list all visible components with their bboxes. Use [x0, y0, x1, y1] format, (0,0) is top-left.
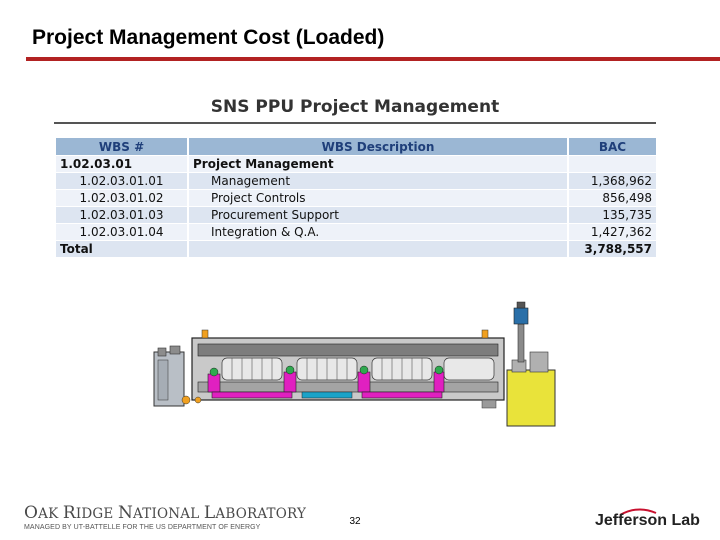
title-rule [26, 57, 720, 61]
description-cell: Management [189, 173, 567, 189]
ornl-subtitle: MANAGED BY UT-BATTELLE FOR THE US DEPART… [24, 524, 261, 531]
wbs-cell: 1.02.03.01.03 [56, 207, 187, 223]
slide-title: Project Management Cost (Loaded) [32, 26, 385, 49]
description-cell: Integration & Q.A. [189, 224, 567, 240]
header-wbs: WBS # [56, 138, 187, 155]
header-description: WBS Description [189, 138, 567, 155]
header-bac: BAC [569, 138, 656, 155]
table-row: 1.02.03.01.03 Procurement Support 135,73… [56, 207, 656, 223]
jefferson-lab-logo: Jefferson Lab [595, 512, 700, 529]
total-description-cell [189, 241, 567, 257]
wbs-cost-table: WBS # WBS Description BAC 1.02.03.01 Pro… [54, 137, 658, 258]
wbs-cell: 1.02.03.01.04 [56, 224, 187, 240]
bac-cell: 856,498 [569, 190, 656, 206]
table-row: 1.02.03.01.02 Project Controls 856,498 [56, 190, 656, 206]
table-total-row: Total 3,788,557 [56, 241, 656, 257]
total-label-cell: Total [56, 241, 187, 257]
table-row: 1.02.03.01.04 Integration & Q.A. 1,427,3… [56, 224, 656, 240]
wbs-cell: 1.02.03.01.01 [56, 173, 187, 189]
bac-cell [569, 156, 656, 172]
table-row: 1.02.03.01 Project Management [56, 156, 656, 172]
table-heading: SNS PPU Project Management [210, 97, 500, 117]
description-cell: Procurement Support [189, 207, 567, 223]
description-cell: Project Controls [189, 190, 567, 206]
description-cell: Project Management [189, 156, 567, 172]
total-bac-cell: 3,788,557 [569, 241, 656, 257]
ornl-name: OAK RIDGE NATIONAL LABORATORY [24, 503, 307, 523]
ornl-logo: OAK RIDGE NATIONAL LABORATORY MANAGED BY… [24, 503, 306, 531]
wbs-cell: 1.02.03.01.02 [56, 190, 187, 206]
table-row: 1.02.03.01.01 Management 1,368,962 [56, 173, 656, 189]
bac-cell: 1,427,362 [569, 224, 656, 240]
table-header-row: WBS # WBS Description BAC [56, 138, 656, 155]
cryomodule-drawing [153, 301, 556, 427]
bac-cell: 1,368,962 [569, 173, 656, 189]
wbs-cell: 1.02.03.01 [56, 156, 187, 172]
page-number: 32 [349, 516, 361, 527]
table-heading-rule [54, 122, 656, 124]
bac-cell: 135,735 [569, 207, 656, 223]
